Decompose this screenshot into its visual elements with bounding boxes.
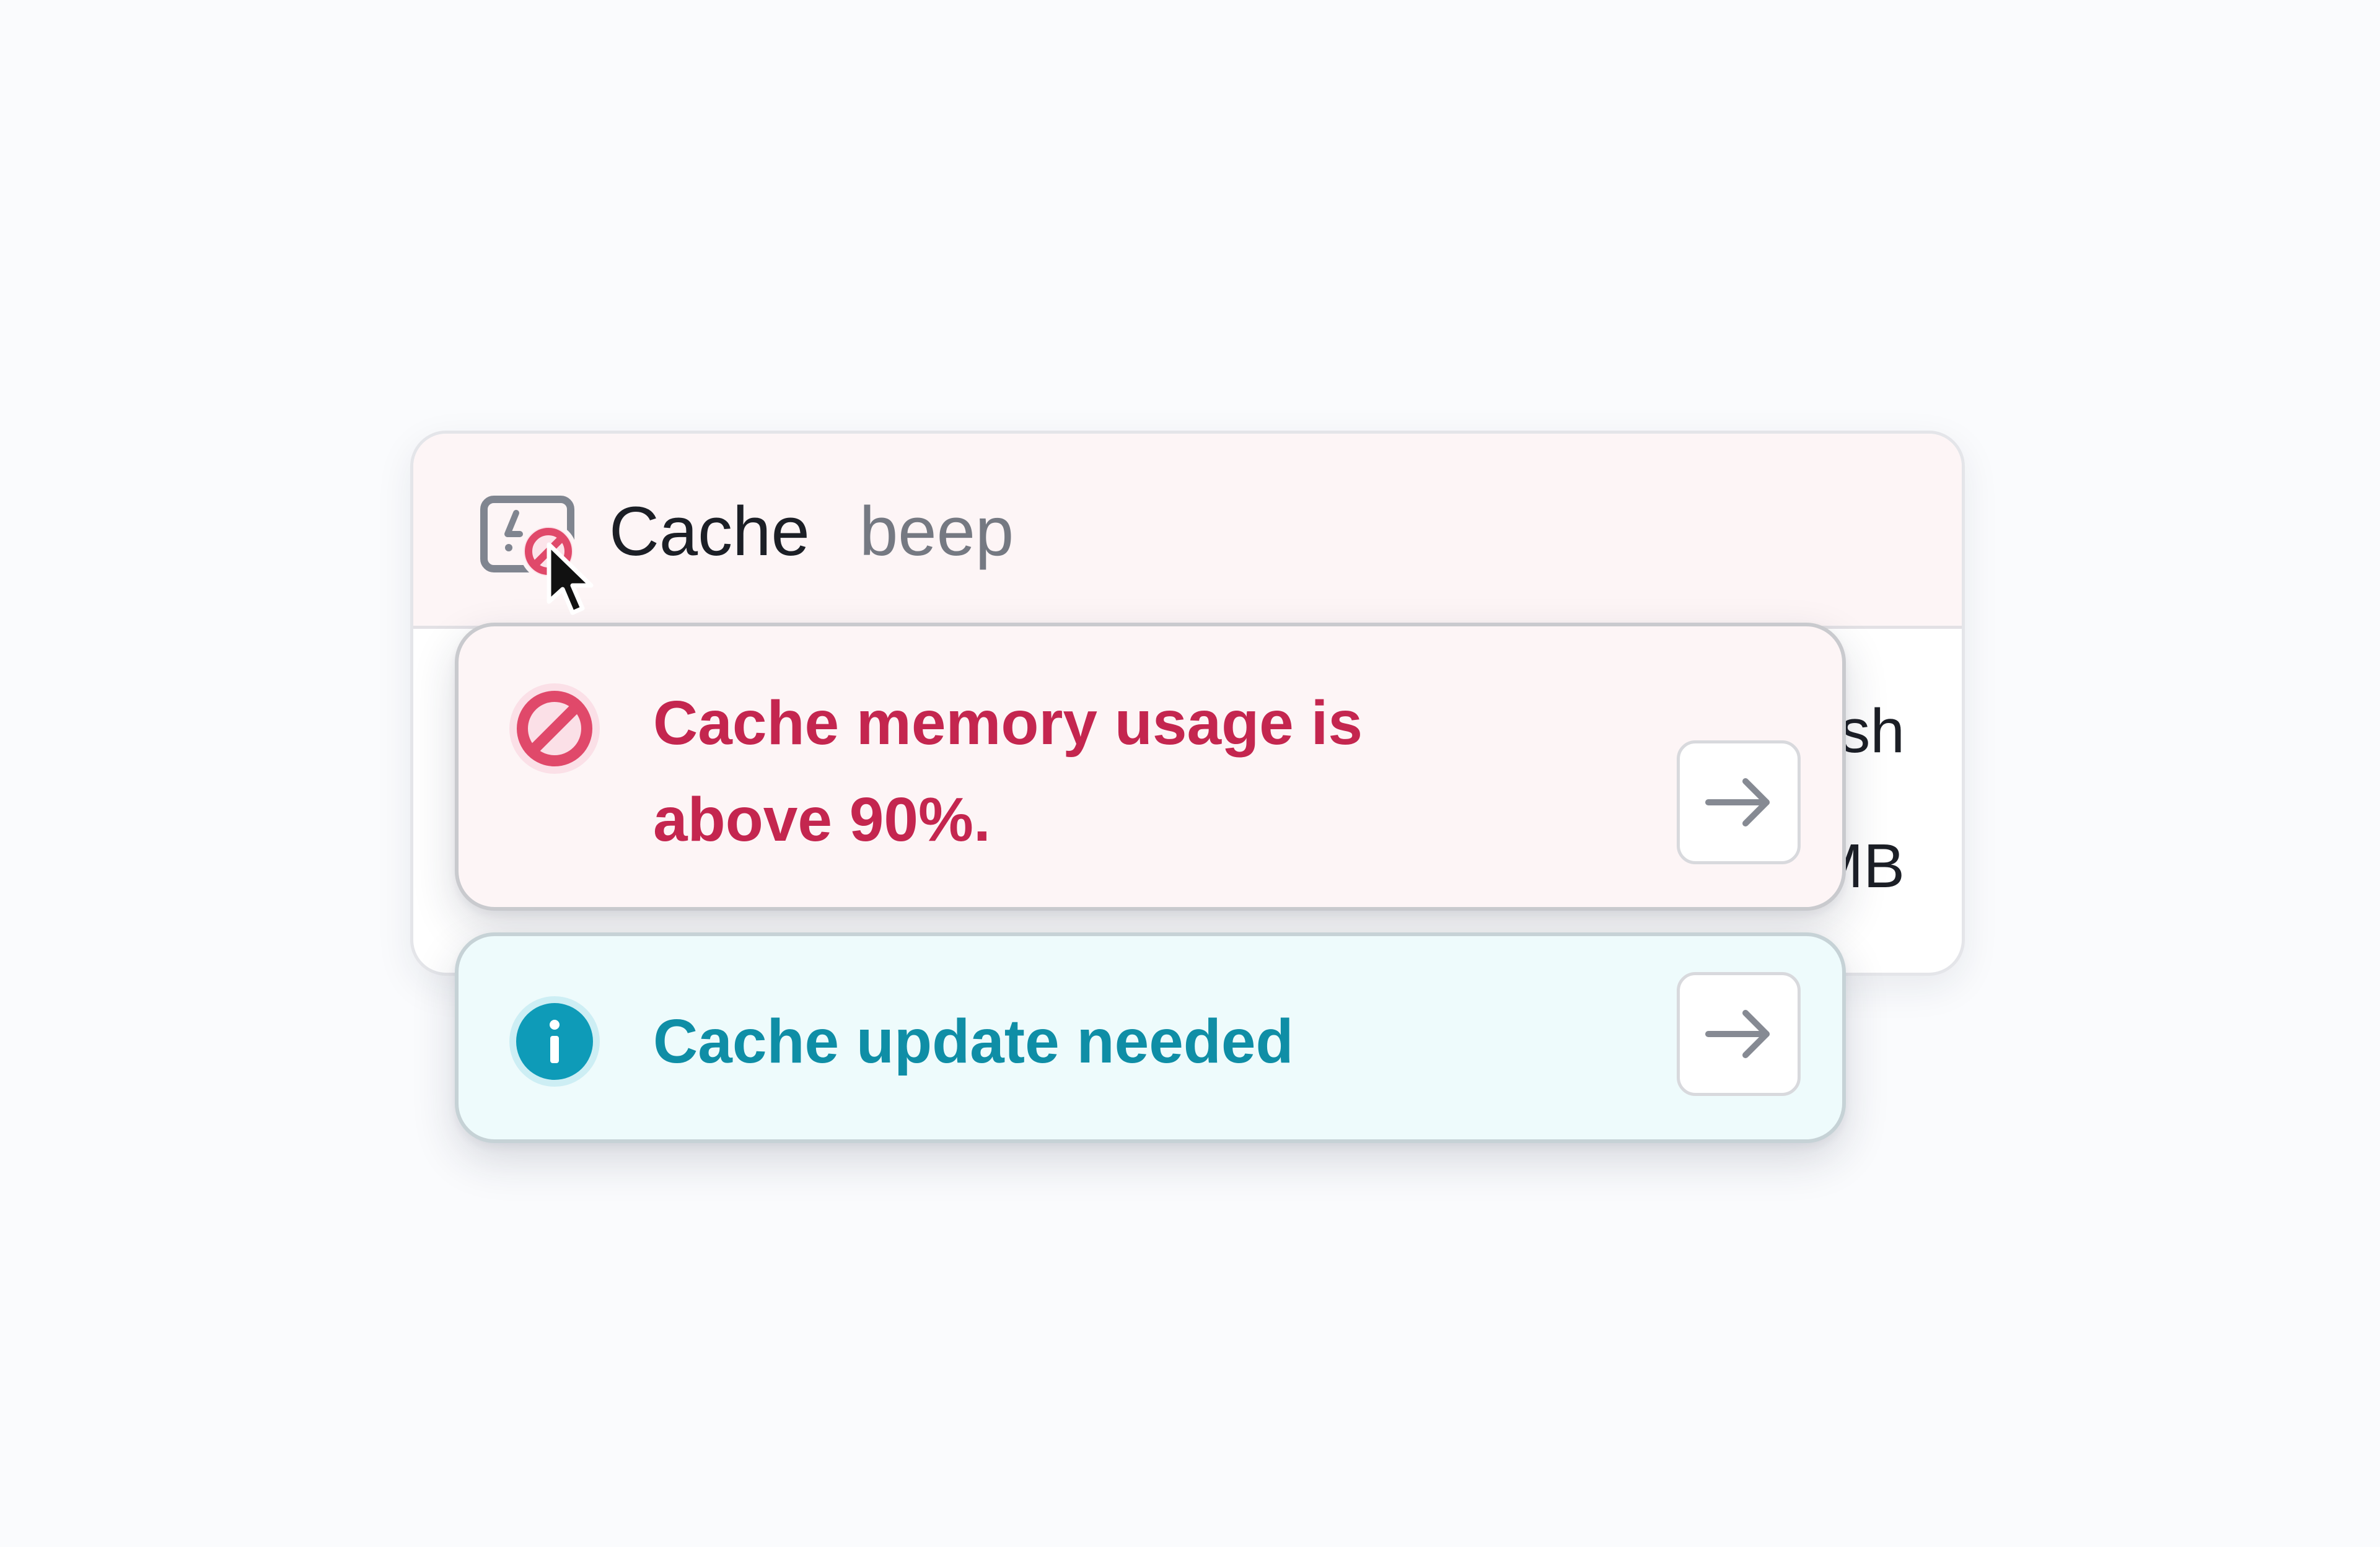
alert-message-line: above 90%. xyxy=(653,785,991,854)
arrow-right-icon xyxy=(1705,1010,1770,1058)
alert-message-line: Cache memory usage is xyxy=(653,688,1363,758)
card-row-text: sh xyxy=(1839,696,1905,766)
cache-card-header: Cache beep xyxy=(413,434,1962,629)
open-alert-button[interactable] xyxy=(1677,740,1801,864)
mouse-cursor-icon xyxy=(547,542,594,615)
card-subtitle: beep xyxy=(859,493,1014,570)
cache-update-alert[interactable]: Cache update needed xyxy=(455,932,1846,1143)
card-title: Cache xyxy=(609,493,810,570)
memory-usage-alert[interactable]: Cache memory usage is above 90%. xyxy=(455,623,1846,911)
prohibited-icon xyxy=(509,683,600,774)
alert-message: Cache update needed xyxy=(653,1007,1294,1076)
info-icon xyxy=(509,996,600,1087)
open-alert-button[interactable] xyxy=(1677,972,1801,1096)
arrow-right-icon xyxy=(1705,778,1770,826)
alert-message: Cache memory usage is above 90%. xyxy=(653,675,1363,868)
